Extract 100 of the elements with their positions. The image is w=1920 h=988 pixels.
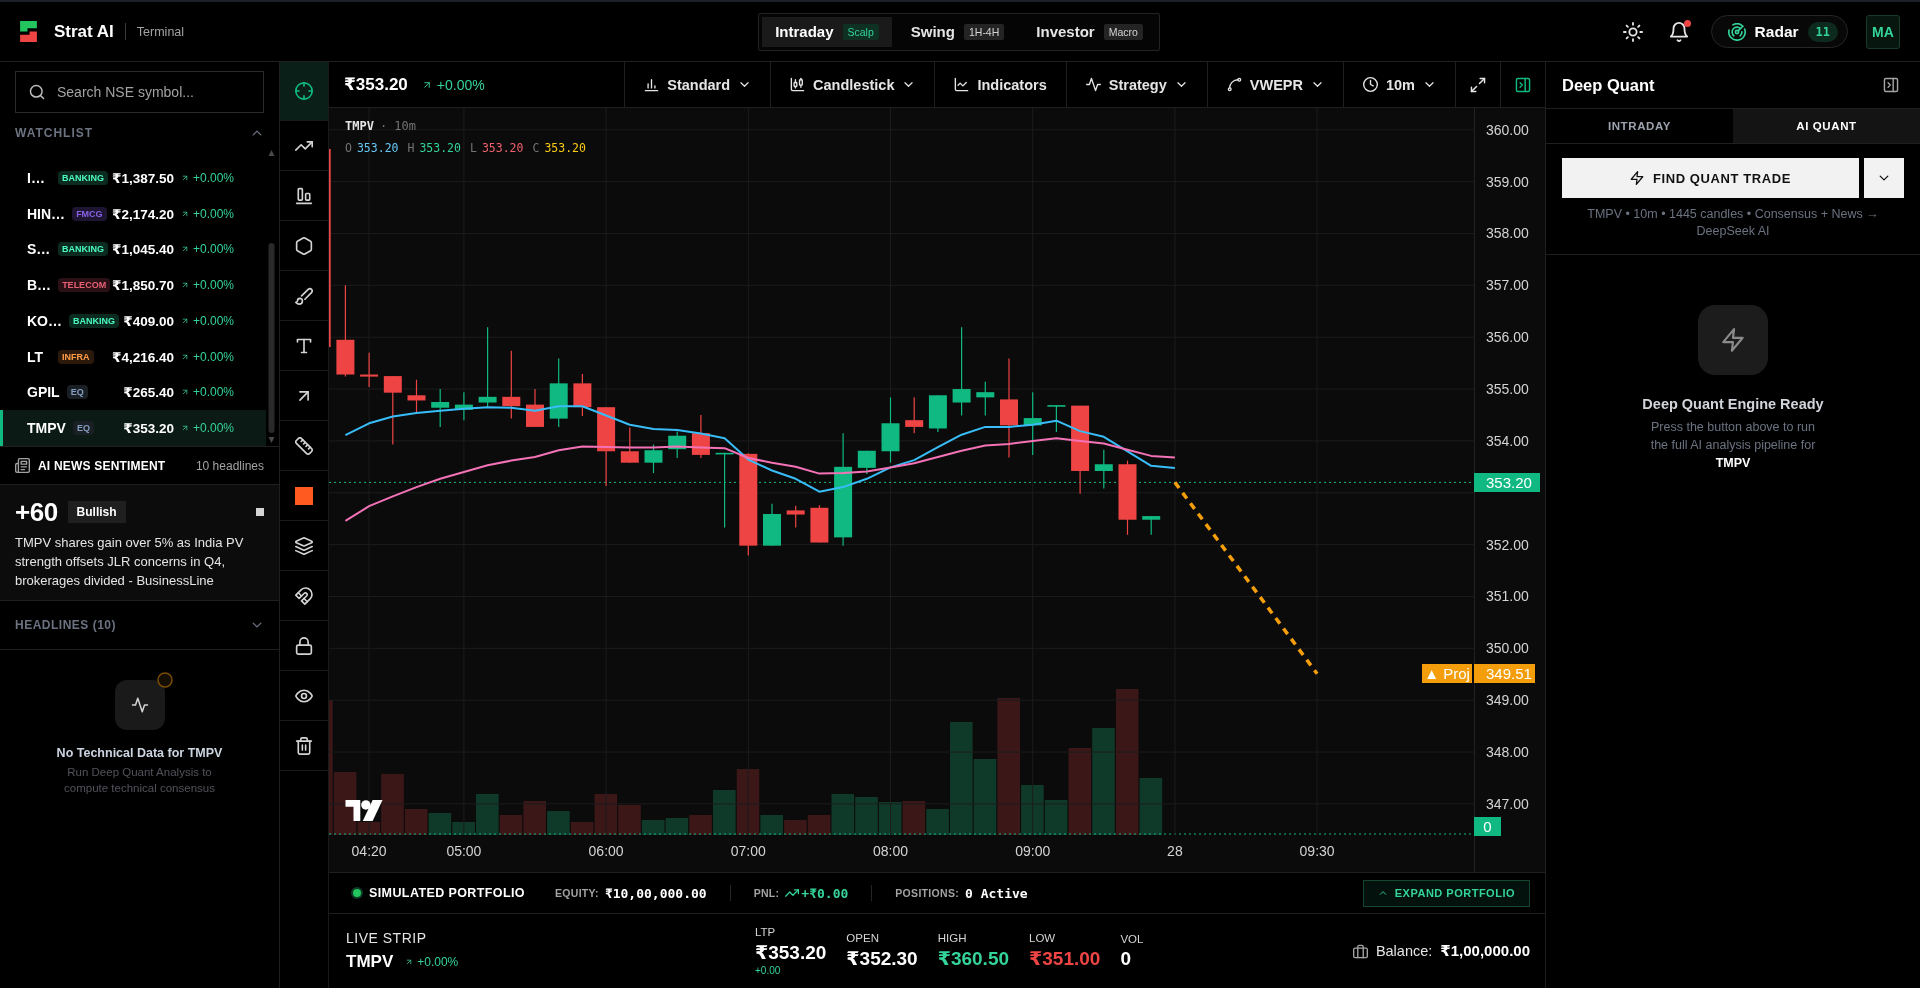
stat-label: LOW <box>1029 932 1057 944</box>
user-avatar[interactable]: MA <box>1866 14 1900 49</box>
arrow-up-right-icon <box>181 352 189 361</box>
toolbar-dropdown[interactable]: Candlestick <box>770 62 935 107</box>
change-text: +0.00% <box>193 278 235 293</box>
time-axis-label: 04:20 <box>351 843 387 859</box>
price-change: +0.00% <box>436 76 485 93</box>
price-axis-label: 349.00 <box>1486 692 1529 709</box>
sector-tag: EQ <box>72 421 94 436</box>
price-axis-label: 357.00 <box>1486 277 1529 294</box>
candlestick <box>668 430 687 459</box>
time-axis-label: 06:00 <box>588 843 624 859</box>
find-trade-button[interactable]: FIND QUANT TRADE <box>1562 158 1859 198</box>
panel-title: Deep Quant <box>1562 75 1655 95</box>
candlestick <box>620 426 639 464</box>
candlestick <box>573 373 592 417</box>
ticker-symbol: B… <box>27 277 52 294</box>
price-axis-label: 352.00 <box>1486 536 1529 553</box>
bar-chart-icon <box>295 186 313 205</box>
balance-value: ₹1,00,000.00 <box>1440 942 1530 960</box>
stat-value: ₹351.00 <box>1029 947 1101 970</box>
sector-tag: TELECOM <box>58 278 111 293</box>
change-text: +0.00% <box>193 421 235 436</box>
ticker-symbol: TMPV <box>27 420 66 437</box>
watchlist-item[interactable]: LT INFRA ₹4,216.40 +0.00% <box>0 338 266 375</box>
change-text: +0.00% <box>193 242 235 257</box>
magnet-icon <box>295 586 313 605</box>
sector-tag: BANKING <box>58 242 108 257</box>
panel-toggle-icon[interactable] <box>1883 77 1899 93</box>
line-chart-icon <box>954 77 970 92</box>
equity-label: EQUITY: <box>555 887 599 899</box>
candlestick <box>360 352 379 388</box>
arrow-up-right-icon <box>181 388 189 397</box>
mode-tab[interactable]: Swing 1H-4H <box>897 16 1018 47</box>
ohlc-value: 353.20 <box>356 141 399 155</box>
toolbar-dropdown[interactable]: 10m <box>1342 62 1455 107</box>
time-axis-label: 28 <box>1167 843 1183 859</box>
section-title: WATCHLIST <box>15 126 94 140</box>
arrow-up-right-icon <box>181 316 189 325</box>
watchlist-item[interactable]: KO… BANKING ₹409.00 +0.00% <box>0 303 266 339</box>
sentiment-score: +60 <box>15 496 58 528</box>
headlines-toggle[interactable]: HEADLINES (10) <box>0 601 279 650</box>
mode-tab[interactable]: Investor Macro <box>1023 16 1156 47</box>
ticker-symbol: KO… <box>27 312 62 329</box>
toolbar-dropdown[interactable]: Standard <box>624 62 771 107</box>
candlestick <box>1094 449 1113 490</box>
ohlc-label: L <box>469 141 477 155</box>
briefcase-icon <box>1352 943 1368 959</box>
arrow-up-right-icon <box>421 79 432 90</box>
time-axis-label: 08:00 <box>873 843 908 859</box>
toolbar-dropdown[interactable]: VWEPR <box>1206 62 1343 107</box>
volume-tag: 0 <box>1474 817 1501 836</box>
candlestick <box>454 391 473 421</box>
pnl-label: PNL: <box>753 887 780 899</box>
watchlist-item[interactable]: S… BANKING ₹1,045.40 +0.00% <box>0 231 266 268</box>
sun-icon[interactable] <box>1622 21 1643 42</box>
price-axis-label: 359.00 <box>1486 173 1529 190</box>
ring-icon <box>156 672 173 688</box>
watchlist-item[interactable]: TMPV EQ ₹353.20 +0.00% <box>0 410 266 446</box>
brand-name: Strat AI <box>54 21 114 42</box>
logo-icon <box>18 21 39 42</box>
candlestick-icon <box>790 77 806 92</box>
watchlist-item[interactable]: GPIL EQ ₹265.40 +0.00% <box>0 374 266 411</box>
expand-portfolio-button[interactable]: EXPAND PORTFOLIO <box>1362 879 1530 907</box>
stat-label: VOL <box>1120 932 1144 945</box>
section-title: AI NEWS SENTIMENT <box>38 458 166 473</box>
chevron-up-icon <box>1377 888 1388 898</box>
candlestick <box>905 396 924 434</box>
portfolio-title: SIMULATED PORTFOLIO <box>369 886 525 900</box>
bell-icon[interactable] <box>1668 21 1689 42</box>
candlestick <box>763 503 781 547</box>
strip-title: LIVE STRIP <box>346 930 428 946</box>
toolbar-button[interactable]: Indicators <box>934 62 1066 107</box>
sector-tag: EQ <box>66 385 88 400</box>
ohlc-label: O <box>345 141 352 155</box>
radar-button[interactable]: Radar 11 <box>1710 15 1848 48</box>
watchlist-item[interactable]: B… TELECOM ₹1,850.70 +0.00% <box>0 267 266 303</box>
stat-label: OPEN <box>846 932 880 944</box>
time-axis-label: 09:30 <box>1299 843 1335 859</box>
ohlc-value: 353.20 <box>419 141 461 155</box>
mode-tab[interactable]: Intraday Scalp <box>762 16 892 47</box>
pnl-value: +₹0.00 <box>801 885 849 901</box>
change-text: +0.00% <box>193 170 235 185</box>
watchlist-item[interactable]: I… BANKING ₹1,387.50 +0.00% <box>0 160 266 196</box>
watchlist-item[interactable]: HIN… FMCG ₹2,174.20 +0.00% <box>0 195 266 232</box>
hexagon-icon <box>295 236 313 255</box>
sector-tag: BANKING <box>58 170 108 185</box>
sector-tag: INFRA <box>58 349 94 364</box>
curve-icon <box>1226 77 1242 92</box>
chart-logo-icon <box>345 800 383 821</box>
column-chart-icon <box>644 77 660 92</box>
headline-text: TMPV shares gain over 5% as India PV strength offsets JLR concerns in Q4, brokerages divided - BusinessLine <box>15 534 245 590</box>
panel-tab[interactable]: AI QUANT <box>1733 109 1920 143</box>
toolbar-dropdown[interactable]: Strategy <box>1065 62 1207 107</box>
price-text: ₹1,850.70 <box>112 277 174 294</box>
ticker-symbol: I… <box>27 169 46 186</box>
time-axis-label: 05:00 <box>446 843 482 859</box>
change-text: +0.00% <box>193 313 235 328</box>
search-field[interactable]: Search NSE symbol... <box>15 71 264 113</box>
candlestick <box>383 375 402 446</box>
